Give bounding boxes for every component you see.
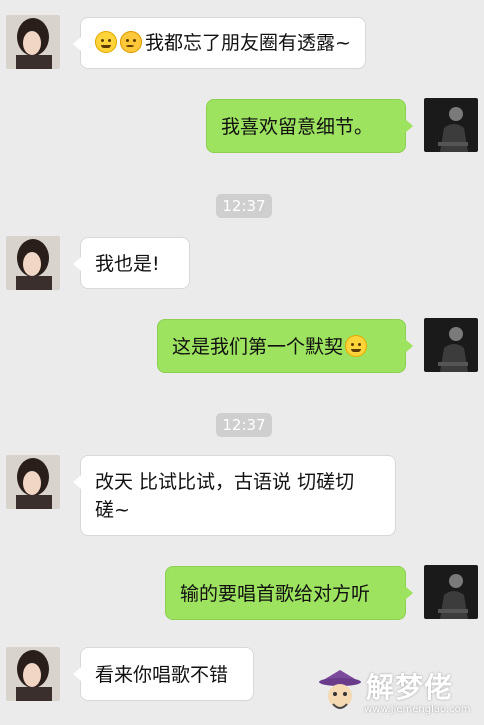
message-text-line-2: 磋~ bbox=[95, 499, 130, 521]
smiling-face-icon bbox=[345, 335, 368, 357]
outgoing-message-6[interactable]: 输的要唱首歌给对方听 bbox=[165, 566, 413, 620]
contact-avatar[interactable] bbox=[6, 15, 60, 69]
self-avatar[interactable] bbox=[424, 318, 478, 372]
outgoing-message-4[interactable]: 这是我们第一个默契 bbox=[157, 319, 413, 373]
incoming-message-7[interactable]: 看来你唱歌不错 bbox=[73, 647, 254, 701]
message-text: 我喜欢留意细节。 bbox=[221, 116, 374, 138]
thinking-face-icon bbox=[120, 31, 142, 53]
watermark: 解梦佬 www.jiemenglao.com bbox=[318, 660, 484, 721]
self-avatar[interactable] bbox=[424, 98, 478, 152]
message-text: 我都忘了朋友圈有透露~ bbox=[145, 32, 351, 54]
smiling-face-icon bbox=[95, 31, 117, 53]
timestamp: 12:37 bbox=[216, 194, 272, 218]
message-text: 输的要唱首歌给对方听 bbox=[180, 583, 371, 605]
outgoing-message-2[interactable]: 我喜欢留意细节。 bbox=[206, 99, 413, 153]
incoming-message-1[interactable]: 我都忘了朋友圈有透露~ bbox=[73, 17, 366, 69]
self-avatar[interactable] bbox=[424, 565, 478, 619]
incoming-message-3[interactable]: 我也是! bbox=[73, 237, 190, 289]
message-text: 看来你唱歌不错 bbox=[95, 664, 229, 686]
watermark-brand: 解梦佬 bbox=[366, 671, 454, 704]
message-text: 我也是! bbox=[95, 253, 160, 275]
incoming-message-5[interactable]: 改天 比试比试，古语说 切磋切 磋~ bbox=[73, 455, 396, 536]
message-text-line-1: 改天 比试比试，古语说 切磋切 bbox=[95, 471, 355, 493]
message-text: 这是我们第一个默契 bbox=[172, 336, 344, 358]
contact-avatar[interactable] bbox=[6, 455, 60, 509]
timestamp: 12:37 bbox=[216, 413, 272, 437]
contact-avatar[interactable] bbox=[6, 647, 60, 701]
contact-avatar[interactable] bbox=[6, 236, 60, 290]
watermark-url: www.jiemenglao.com bbox=[364, 704, 471, 715]
